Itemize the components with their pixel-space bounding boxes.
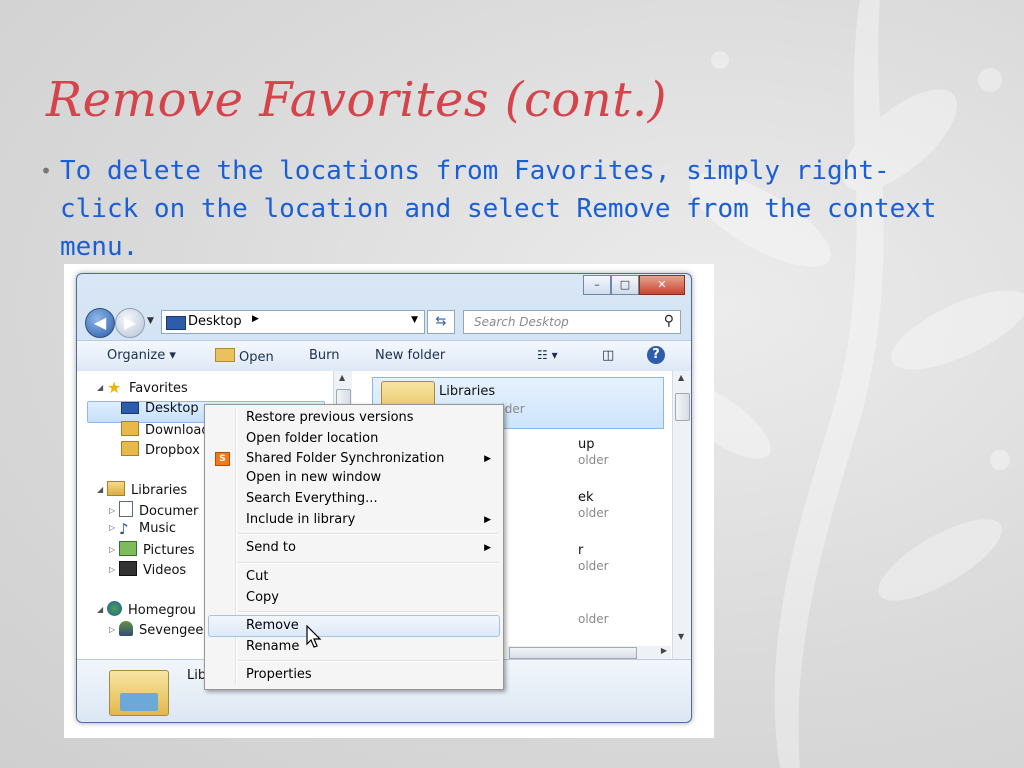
organize-button[interactable]: Organize ▾ xyxy=(107,348,176,363)
menu-item-include-in-library[interactable]: Include in library xyxy=(246,512,355,527)
burn-button[interactable]: Burn xyxy=(309,348,340,363)
item-name[interactable]: ek xyxy=(578,490,594,505)
menu-separator xyxy=(238,611,498,613)
homegroup-icon xyxy=(107,601,122,616)
item-name: Libraries xyxy=(439,384,496,399)
forward-button[interactable]: ▶ xyxy=(115,308,145,338)
content-scrollbar[interactable]: ▲ ▼ xyxy=(672,371,691,659)
videos-icon xyxy=(119,561,137,576)
bullet-dot: • xyxy=(40,159,53,183)
menu-item-remove[interactable]: Remove xyxy=(246,618,299,633)
menu-separator xyxy=(238,533,498,535)
scroll-right-icon[interactable]: ▶ xyxy=(661,646,667,655)
library-folder-icon xyxy=(109,670,169,716)
tree-documents[interactable]: ▷ Documer xyxy=(109,501,198,519)
context-menu: S Restore previous versions Open folder … xyxy=(204,404,504,690)
scrollbar-thumb[interactable] xyxy=(675,393,690,421)
menu-item-search-everything[interactable]: Search Everything... xyxy=(246,491,378,506)
tree-user[interactable]: ▷ Sevengee xyxy=(109,621,203,638)
address-dropdown-icon[interactable]: ▼ xyxy=(411,315,418,325)
search-placeholder: Search Desktop xyxy=(474,315,569,329)
downloads-icon xyxy=(121,421,139,436)
tree-pictures[interactable]: ▷ Pictures xyxy=(109,541,194,558)
view-options-icon[interactable]: ☷ ▾ xyxy=(537,348,558,362)
tree-libraries[interactable]: ◢ Libraries xyxy=(97,481,187,498)
menu-item-restore-previous-versions[interactable]: Restore previous versions xyxy=(246,410,414,425)
menu-separator xyxy=(238,562,498,564)
item-subtitle: older xyxy=(578,453,609,467)
menu-separator xyxy=(238,660,498,662)
item-subtitle: older xyxy=(578,612,609,626)
scroll-down-icon[interactable]: ▼ xyxy=(678,632,684,641)
back-button[interactable]: ◀ xyxy=(85,308,115,338)
horizontal-scrollbar[interactable]: ▶ xyxy=(507,646,671,659)
refresh-button[interactable]: ⇆ xyxy=(427,310,455,334)
mouse-cursor-icon xyxy=(306,625,322,648)
desktop-icon xyxy=(121,402,139,414)
item-subtitle: older xyxy=(578,559,609,573)
tree-dropbox[interactable]: Dropbox xyxy=(121,441,200,458)
submenu-arrow-icon: ▶ xyxy=(484,515,491,525)
minimize-button[interactable]: – xyxy=(583,275,611,295)
documents-icon xyxy=(119,501,133,517)
recent-pages-dropdown-icon[interactable]: ▼ xyxy=(147,316,154,326)
tree-downloads[interactable]: Download xyxy=(121,421,210,438)
menu-item-send-to[interactable]: Send to xyxy=(246,540,296,555)
open-label: Open xyxy=(239,350,274,365)
search-icon[interactable]: ⚲ xyxy=(664,313,674,329)
address-bar[interactable]: Desktop ▶ ▼ xyxy=(161,310,425,334)
pictures-icon xyxy=(119,541,137,556)
new-folder-button[interactable]: New folder xyxy=(375,348,445,363)
search-box[interactable]: Search Desktop ⚲ xyxy=(463,310,681,334)
close-button[interactable]: ✕ xyxy=(639,275,685,295)
submenu-arrow-icon: ▶ xyxy=(484,454,491,464)
menu-gutter xyxy=(235,407,237,685)
slide-title: Remove Favorites (cont.) xyxy=(46,72,667,128)
tree-favorites[interactable]: ◢ ★ Favorites xyxy=(97,378,188,397)
menu-item-copy[interactable]: Copy xyxy=(246,590,279,605)
tree-videos[interactable]: ▷ Videos xyxy=(109,561,186,578)
star-icon: ★ xyxy=(107,378,122,397)
tree-homegroup[interactable]: ◢ Homegrou xyxy=(97,601,196,618)
open-button[interactable]: Open xyxy=(215,348,274,365)
bullet-text: To delete the locations from Favorites, … xyxy=(60,156,937,262)
item-name[interactable]: r xyxy=(578,543,583,558)
scrollbar-thumb[interactable] xyxy=(509,647,637,659)
maximize-button[interactable]: □ xyxy=(611,275,639,295)
navigation-bar: ◀ ▶ ▼ Desktop ▶ ▼ ⇆ Search Desktop ⚲ xyxy=(85,308,683,338)
item-subtitle: older xyxy=(578,506,609,520)
scroll-up-icon[interactable]: ▲ xyxy=(339,373,345,382)
open-folder-icon xyxy=(215,348,235,362)
menu-item-rename[interactable]: Rename xyxy=(246,639,299,654)
item-name[interactable]: up xyxy=(578,437,595,452)
libraries-icon xyxy=(107,481,125,496)
preview-pane-icon[interactable]: ◫ xyxy=(602,348,614,363)
menu-item-properties[interactable]: Properties xyxy=(246,667,312,682)
music-icon: ♪ xyxy=(119,520,129,538)
dropbox-icon xyxy=(121,441,139,456)
menu-item-shared-folder-sync[interactable]: Shared Folder Synchronization xyxy=(246,451,444,466)
address-location: Desktop xyxy=(188,314,242,329)
user-icon xyxy=(119,621,133,636)
submenu-arrow-icon: ▶ xyxy=(484,543,491,553)
scroll-up-icon[interactable]: ▲ xyxy=(678,373,684,382)
menu-item-open-in-new-window[interactable]: Open in new window xyxy=(246,470,381,485)
bullet-point: • To delete the locations from Favorites… xyxy=(40,152,960,266)
menu-item-open-folder-location[interactable]: Open folder location xyxy=(246,431,378,446)
command-bar: Organize ▾ Open Burn New folder ☷ ▾ ◫ ? xyxy=(77,340,691,372)
tree-music[interactable]: ▷ ♪ Music xyxy=(109,520,176,538)
menu-item-cut[interactable]: Cut xyxy=(246,569,268,584)
caption-buttons: – □ ✕ xyxy=(583,275,685,295)
desktop-icon xyxy=(166,316,186,330)
breadcrumb-arrow-icon[interactable]: ▶ xyxy=(252,314,259,324)
help-icon[interactable]: ? xyxy=(647,346,665,364)
sync-icon: S xyxy=(215,452,230,466)
tree-desktop[interactable]: Desktop xyxy=(121,401,199,416)
